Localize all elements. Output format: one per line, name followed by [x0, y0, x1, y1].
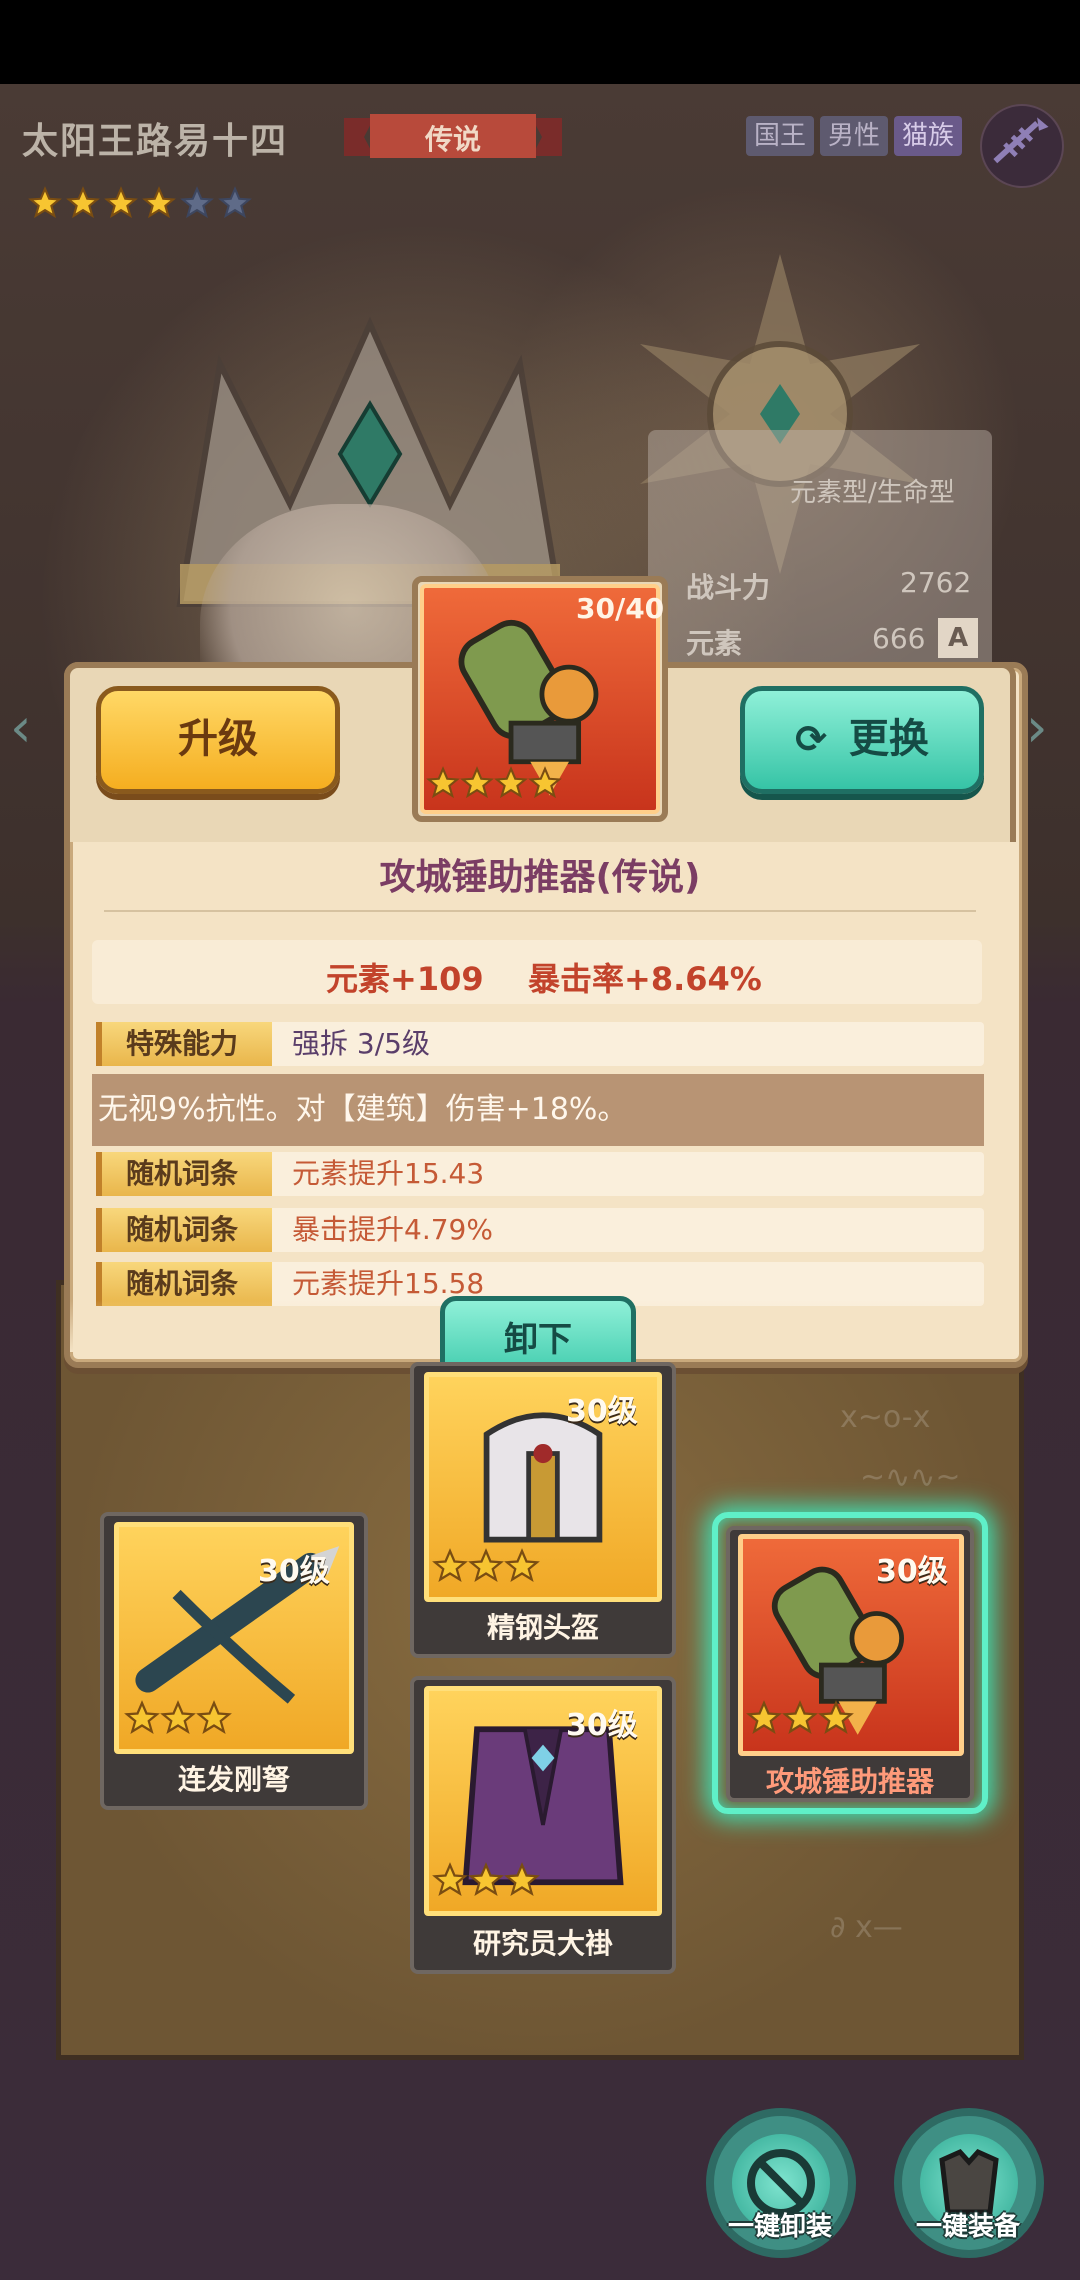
main-stat-element: 元素+109 [326, 960, 484, 998]
power-label: 战斗力 [686, 571, 771, 604]
random-value-1: 元素提升15.43 [292, 1157, 485, 1190]
tag-male: 男性 [820, 116, 889, 156]
star-filled-icon [528, 766, 562, 799]
selected-item-level: 30/40 [576, 592, 665, 625]
hero-tags: 国王 男性 猫族 [746, 116, 963, 156]
star-filled-icon [494, 766, 528, 799]
star-filled-icon [196, 1700, 232, 1734]
board-doodle: ∂ x— [830, 1910, 903, 1945]
title-divider [104, 910, 976, 912]
element-label: 元素 [686, 627, 743, 660]
replace-label: 更换 [848, 716, 929, 762]
special-label: 特殊能力 [96, 1022, 272, 1066]
star-empty-icon [218, 186, 252, 219]
coat-name: 研究员大褂 [472, 1927, 613, 1960]
helmet-stars [432, 1548, 540, 1584]
unequip-all-label: 一键卸装 [728, 2212, 833, 2242]
rarity-label: 传说 [424, 123, 481, 156]
coat-stars [432, 1862, 540, 1898]
special-description: 无视9%抗性。对【建筑】伤害+18%。 [92, 1074, 984, 1146]
element-value: 666 [872, 622, 926, 655]
board-doodle: x~o-x [840, 1400, 931, 1435]
next-hero-arrow[interactable]: › [1026, 696, 1048, 759]
booster-level: 30级 [876, 1554, 948, 1589]
board-doodle: ~∿∿~ [860, 1460, 961, 1495]
booster-stars [746, 1700, 854, 1736]
star-filled-icon [504, 1862, 540, 1896]
coat-level: 30级 [566, 1708, 638, 1743]
star-empty-icon [180, 186, 214, 219]
star-filled-icon [426, 766, 460, 799]
helmet-level: 30级 [566, 1394, 638, 1429]
star-filled-icon [468, 1548, 504, 1582]
star-filled-icon [782, 1700, 818, 1734]
status-bar [0, 0, 1080, 84]
hero-name: 太阳王路易十四 [22, 121, 289, 162]
element-type: 元素型/生命型 [790, 478, 955, 508]
selected-item-stars [426, 766, 562, 800]
tag-cat: 猫族 [894, 116, 963, 156]
prev-hero-arrow[interactable]: ‹ [10, 696, 32, 759]
item-title: 攻城锤助推器(传说) [379, 857, 701, 898]
main-stat-crit: 暴击率+8.64% [528, 960, 762, 998]
random-label-2: 随机词条 [96, 1208, 272, 1252]
star-filled-icon [460, 766, 494, 799]
replace-button[interactable]: ⟳ 更换 [740, 686, 984, 794]
special-value: 强拆 3/5级 [292, 1027, 430, 1060]
star-filled-icon [142, 186, 176, 219]
upgrade-button[interactable]: 升级 [96, 686, 340, 794]
star-filled-icon [818, 1700, 854, 1734]
star-filled-icon [746, 1700, 782, 1734]
swap-icon: ⟳ [795, 717, 827, 761]
star-filled-icon [28, 186, 62, 219]
helmet-name: 精钢头盔 [486, 1611, 599, 1644]
crossbow-level: 30级 [258, 1554, 330, 1589]
hero-stars [28, 186, 252, 220]
power-value: 2762 [900, 566, 972, 599]
star-filled-icon [468, 1862, 504, 1896]
tag-king: 国王 [746, 116, 815, 156]
star-filled-icon [432, 1548, 468, 1582]
star-filled-icon [104, 186, 138, 219]
crossbow-name: 连发刚弩 [177, 1763, 290, 1796]
fishbone-icon[interactable] [980, 104, 1064, 188]
random-label-1: 随机词条 [96, 1152, 272, 1196]
equip-all-label: 一键装备 [916, 2212, 1021, 2242]
star-filled-icon [504, 1548, 540, 1582]
star-filled-icon [66, 186, 100, 219]
crossbow-stars [124, 1700, 232, 1736]
booster-name: 攻城锤助推器 [765, 1765, 934, 1798]
star-filled-icon [124, 1700, 160, 1734]
star-filled-icon [160, 1700, 196, 1734]
random-value-2: 暴击提升4.79% [292, 1213, 493, 1246]
star-filled-icon [432, 1862, 468, 1896]
element-grade: A [938, 618, 978, 658]
